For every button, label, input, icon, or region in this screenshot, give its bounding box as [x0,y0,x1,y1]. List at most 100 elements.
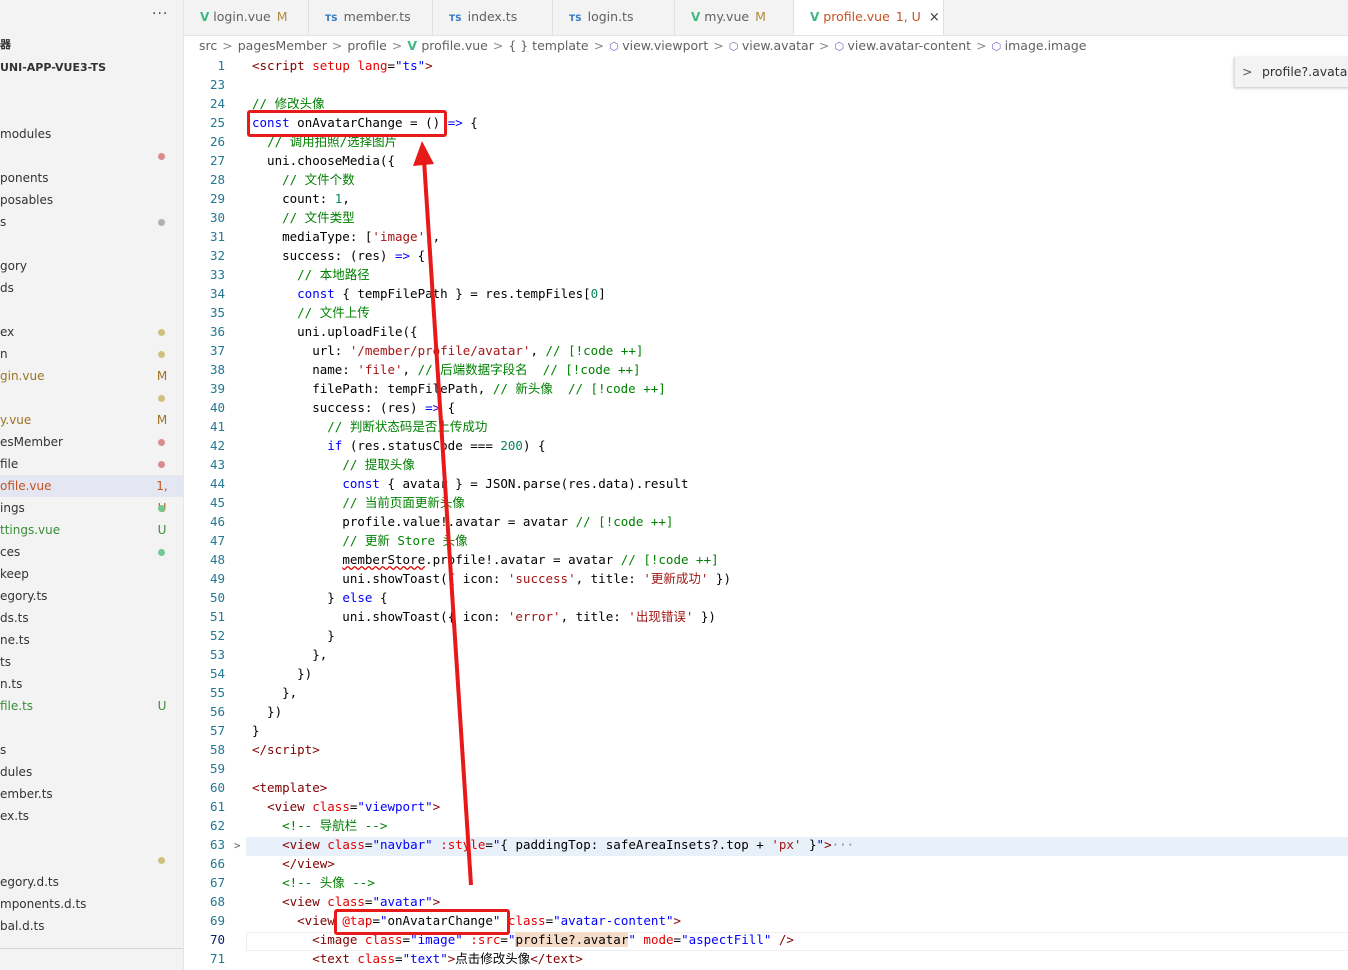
file-tree-item[interactable] [0,145,183,167]
file-tree-item[interactable]: ings [0,497,183,519]
breadcrumb-item[interactable]: src [199,38,217,53]
code-line[interactable]: success: (res) => { [252,246,425,265]
code-line[interactable]: }, [252,645,327,664]
code-line[interactable]: profile.value!.avatar = avatar // [!code… [252,512,673,531]
fold-chevron-icon[interactable]: > [234,839,241,852]
file-tree-item[interactable]: n [0,343,183,365]
file-tree-item[interactable]: file.ts U [0,695,183,717]
code-line[interactable]: memberStore.profile!.avatar = avatar // … [252,550,718,569]
file-tree-item[interactable]: ex [0,321,183,343]
code-line[interactable]: <text class="text">点击修改头像</text> [252,949,583,968]
more-actions-icon[interactable]: ··· [152,6,168,22]
file-tree-item[interactable]: bal.d.ts [0,915,183,937]
sticky-scroll-peek[interactable]: > profile?.avatar [1234,57,1348,87]
code-line[interactable]: // 判断状态码是否上传成功 [252,417,487,436]
code-line[interactable]: }, [252,683,297,702]
code-line[interactable]: url: '/member/profile/avatar', // [!code… [252,341,643,360]
code-line[interactable]: filePath: tempFilePath, // 新头像 // [!code… [252,379,666,398]
file-tree-item[interactable]: ts [0,651,183,673]
code-line[interactable]: <template> [252,778,327,797]
file-tree-item[interactable]: gin.vue M [0,365,183,387]
code-line[interactable]: name: 'file', // 后端数据字段名 // [!code ++] [252,360,640,379]
code-line[interactable]: <view class="viewport"> [252,797,440,816]
breadcrumb-item[interactable]: view.avatar-content [847,38,971,53]
file-tree-item[interactable]: egory.d.ts [0,871,183,893]
file-tree-item[interactable]: ember.ts [0,783,183,805]
tab-label: my.vue [704,9,750,24]
file-tree-item[interactable]: file [0,453,183,475]
code-line[interactable]: // 当前页面更新头像 [252,493,465,512]
breadcrumb-item[interactable]: { } template [508,38,588,53]
code-line[interactable]: </script> [252,740,320,759]
code-editor[interactable]: > 1 <script setup lang="ts"> 23 24// 修改头像 25… [184,56,1348,970]
file-tree-item[interactable]: s [0,211,183,233]
file-tree-item[interactable]: ne.ts [0,629,183,651]
code-line[interactable]: success: (res) => { [252,398,455,417]
file-tree-item[interactable]: n.ts [0,673,183,695]
file-tree-item[interactable]: ex.ts [0,805,183,827]
file-tree-item[interactable]: s [0,739,183,761]
code-line[interactable]: const { avatar } = JSON.parse(res.data).… [252,474,688,493]
tab-profile-vue[interactable]: Vprofile.vue 1, U × [794,0,944,35]
file-tree-item[interactable]: modules [0,123,183,145]
file-tree-item[interactable]: posables [0,189,183,211]
file-tree-item[interactable]: y.vue M [0,409,183,431]
code-line[interactable]: } [252,626,335,645]
code-line[interactable]: mediaType: ['image'], [252,227,440,246]
tab-login-ts[interactable]: TS login.ts [553,0,675,35]
code-line[interactable]: // 提取头像 [252,455,415,474]
code-line[interactable]: const { tempFilePath } = res.tempFiles[0… [252,284,606,303]
file-tree-item-label: ds.ts [0,611,29,625]
code-line[interactable]: } [252,721,260,740]
code-line[interactable]: // 文件上传 [252,303,370,322]
code-line[interactable]: <view class="navbar" :style="{ paddingTo… [252,835,854,854]
code-line[interactable]: // 更新 Store 头像 [252,531,467,550]
file-tree-item[interactable] [0,827,183,849]
file-tree-item[interactable]: ofile.vue1, U [0,475,183,515]
file-tree-item[interactable]: ds [0,277,183,299]
file-tree-item[interactable]: keep [0,563,183,585]
code-line[interactable]: uni.showToast({ icon: 'success', title: … [252,569,731,588]
code-line[interactable]: // 本地路径 [252,265,370,284]
breadcrumb-item[interactable]: profile [347,38,386,53]
code-line[interactable]: uni.chooseMedia({ [252,151,395,170]
close-icon[interactable]: × [929,10,940,25]
file-tree-item[interactable]: ces [0,541,183,563]
code-line[interactable]: <!-- 头像 --> [252,873,375,892]
code-line[interactable]: }) [252,664,312,683]
code-line[interactable]: count: 1, [252,189,350,208]
code-line[interactable]: }) [252,702,282,721]
code-line[interactable]: if (res.statusCode === 200) { [252,436,545,455]
code-line[interactable]: // 文件类型 [252,208,355,227]
code-line[interactable]: uni.showToast({ icon: 'error', title: '出… [252,607,716,626]
tab-index-ts[interactable]: TS index.ts [433,0,553,35]
breadcrumb-item[interactable]: view.viewport [622,38,708,53]
code-line[interactable]: </view> [252,854,335,873]
breadcrumb-item[interactable]: pagesMember [238,38,327,53]
line-number: 31 [209,229,225,244]
project-root[interactable]: UNI-APP-VUE3-TS [0,61,106,74]
file-tree-item[interactable]: ds.ts [0,607,183,629]
file-tree-item[interactable]: egory.ts [0,585,183,607]
breadcrumb-item[interactable]: profile.vue [421,38,487,53]
code-line[interactable]: <!-- 导航栏 --> [252,816,387,835]
line-number: 60 [209,780,225,795]
file-tree-item[interactable]: gory [0,255,183,277]
file-tree-item[interactable]: mponents.d.ts [0,893,183,915]
tab-label: index.ts [467,9,518,24]
code-line[interactable]: // 文件个数 [252,170,355,189]
tab-login-vue[interactable]: Vlogin.vue M [184,0,309,35]
code-line[interactable]: <script setup lang="ts"> [252,56,433,75]
tab-member-ts[interactable]: TS member.ts [309,0,433,35]
file-tree-item[interactable] [0,849,183,871]
file-tree-item[interactable] [0,387,183,409]
breadcrumb-item[interactable]: image.image [1005,38,1087,53]
breadcrumb-item[interactable]: view.avatar [742,38,814,53]
file-tree-item[interactable]: esMember [0,431,183,453]
code-line[interactable]: uni.uploadFile({ [252,322,417,341]
file-tree-item[interactable]: dules [0,761,183,783]
tab-my-vue[interactable]: Vmy.vue M [675,0,794,35]
file-tree-item[interactable]: ponents [0,167,183,189]
code-line[interactable]: } else { [252,588,387,607]
file-tree-item[interactable]: ttings.vue U [0,519,183,541]
